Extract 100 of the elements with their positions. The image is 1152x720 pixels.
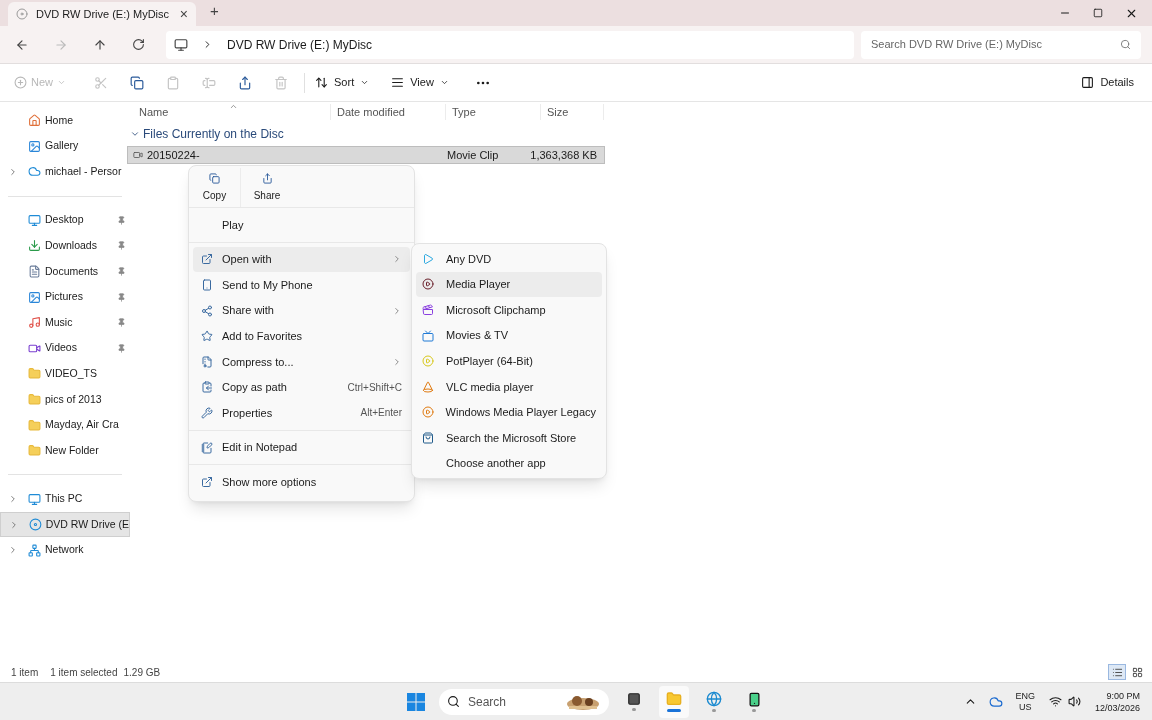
menu-item[interactable]: Movies & TV [416, 322, 602, 349]
share-icon[interactable] [238, 75, 252, 90]
menu-item[interactable]: Windows Media Player Legacy [416, 399, 602, 426]
caret-icon [57, 78, 66, 87]
language-indicator[interactable]: ENG US [1015, 690, 1035, 713]
play-circle-icon [422, 406, 434, 419]
group-header[interactable]: Files Currently on the Disc [143, 125, 284, 143]
sidebar-item[interactable]: Home [0, 108, 130, 134]
menu-item[interactable]: Edit in Notepad [193, 434, 410, 461]
chevron-icon[interactable] [9, 519, 19, 530]
maximize-icon[interactable] [1093, 8, 1103, 18]
menu-item[interactable]: Properties Alt+Enter [193, 400, 410, 426]
search-field[interactable]: Search DVD RW Drive (E:) MyDisc [861, 30, 1141, 59]
folder-icon [28, 367, 41, 381]
copy-button[interactable]: Copy [189, 168, 241, 207]
network-icon[interactable] [1048, 695, 1062, 708]
file-type: Movie Clip [447, 147, 500, 163]
menu-item[interactable]: Share with [193, 297, 410, 324]
grid-icon [1131, 666, 1143, 678]
chevron-icon[interactable] [8, 545, 18, 556]
copy-icon[interactable] [130, 75, 144, 90]
sidebar-item[interactable]: Downloads [0, 233, 130, 259]
play-circle-icon [422, 278, 434, 291]
taskbar-search[interactable]: Search [439, 688, 609, 715]
menu-item[interactable]: Play [193, 212, 410, 238]
menu-item[interactable]: Choose another app [416, 450, 602, 477]
folder-icon [28, 392, 41, 406]
details-button[interactable]: Details [1081, 74, 1134, 91]
menu-item[interactable]: Compress to... [193, 348, 410, 375]
column-header[interactable]: Size [541, 103, 604, 121]
disc-icon [16, 8, 28, 20]
start-icon[interactable] [407, 692, 425, 711]
sidebar-item[interactable]: Pictures [0, 284, 130, 310]
sidebar-item[interactable]: DVD RW Drive (E [0, 511, 130, 538]
menu-item[interactable]: Add to Favorites [193, 323, 410, 349]
menu-item[interactable]: Search the Microsoft Store [416, 425, 602, 451]
menu-item[interactable]: Microsoft Clipchamp [416, 297, 602, 323]
up-icon[interactable] [93, 37, 107, 52]
network-icon [28, 543, 41, 557]
tab-title: DVD RW Drive (E:) MyDisc [36, 6, 170, 22]
menu-item[interactable]: Copy as path Ctrl+Shift+C [193, 374, 410, 401]
sidebar-item[interactable]: pics of 2013 [0, 386, 130, 413]
column-header[interactable]: Name [133, 103, 331, 121]
menu-item[interactable]: Send to My Phone [193, 272, 410, 298]
sidebar-item[interactable]: Mayday, Air Cra [0, 412, 130, 438]
sort-button[interactable]: Sort [315, 74, 370, 91]
address-path: DVD RW Drive (E:) MyDisc [227, 36, 373, 54]
menu-item[interactable]: Show more options [193, 469, 410, 495]
volume-icon[interactable] [1067, 695, 1081, 708]
address-bar[interactable]: DVD RW Drive (E:) MyDisc [166, 30, 854, 59]
sidebar-item[interactable]: Music [0, 309, 130, 336]
download-icon [28, 239, 41, 253]
file-name: 20150224- [147, 147, 201, 163]
image-icon [28, 139, 41, 153]
clock[interactable]: 9:00 PM 12/03/2026 [1094, 689, 1140, 714]
folder-icon [28, 444, 41, 458]
column-header[interactable]: Date modified [331, 103, 446, 121]
new-tab-button[interactable]: + [210, 0, 219, 22]
image-icon [28, 290, 41, 304]
share-button[interactable]: Share [241, 168, 293, 207]
cloud-icon[interactable] [989, 694, 1004, 709]
music-icon [28, 316, 41, 330]
file-row[interactable]: 20150224- Movie Clip 1,363,368 KB [127, 146, 605, 164]
store-icon [422, 431, 434, 444]
play-icon [422, 252, 434, 265]
refresh-icon[interactable] [132, 38, 145, 51]
sidebar-item[interactable]: Gallery [0, 133, 130, 159]
sidebar-item[interactable]: VIDEO_TS [0, 361, 130, 387]
menu-item[interactable]: Any DVD [416, 246, 602, 272]
sidebar-item[interactable]: Documents [0, 258, 130, 285]
menu-item[interactable]: VLC media player [416, 373, 602, 400]
sidebar-item[interactable]: This PC [0, 486, 130, 512]
caret-icon [360, 78, 370, 87]
menu-item[interactable]: Media Player [416, 271, 602, 298]
home-icon [28, 114, 41, 128]
caret-icon [439, 78, 449, 87]
close-tab-button[interactable]: × [179, 3, 188, 25]
play-circle-icon [422, 355, 434, 368]
column-header[interactable]: Type [446, 103, 541, 121]
back-icon[interactable] [15, 37, 29, 52]
menu-item[interactable]: PotPlayer (64-Bit) [416, 348, 602, 374]
browser-tab[interactable]: DVD RW Drive (E:) MyDisc × [8, 2, 196, 26]
chevron-icon[interactable] [8, 166, 18, 177]
selection-info: 1 item selected [50, 665, 118, 680]
square-icon [627, 692, 641, 706]
view-button[interactable]: View [391, 74, 449, 91]
monitor-icon [28, 492, 41, 506]
sidebar-item[interactable]: Desktop [0, 207, 130, 234]
disc-icon [28, 518, 42, 532]
search-icon [1120, 39, 1131, 50]
menu-item[interactable]: Open with [193, 246, 410, 273]
sidebar-item[interactable]: michael - Persor [0, 159, 130, 185]
details-view-button[interactable] [1108, 664, 1126, 680]
sidebar-item[interactable]: Network [0, 537, 130, 563]
folder-app-button[interactable] [659, 685, 689, 718]
open-icon [201, 253, 213, 266]
sidebar-item[interactable]: Videos [0, 335, 130, 362]
collapse-icon[interactable] [130, 129, 140, 139]
chevron-icon[interactable] [8, 494, 18, 505]
sidebar-item[interactable]: New Folder [0, 437, 130, 464]
